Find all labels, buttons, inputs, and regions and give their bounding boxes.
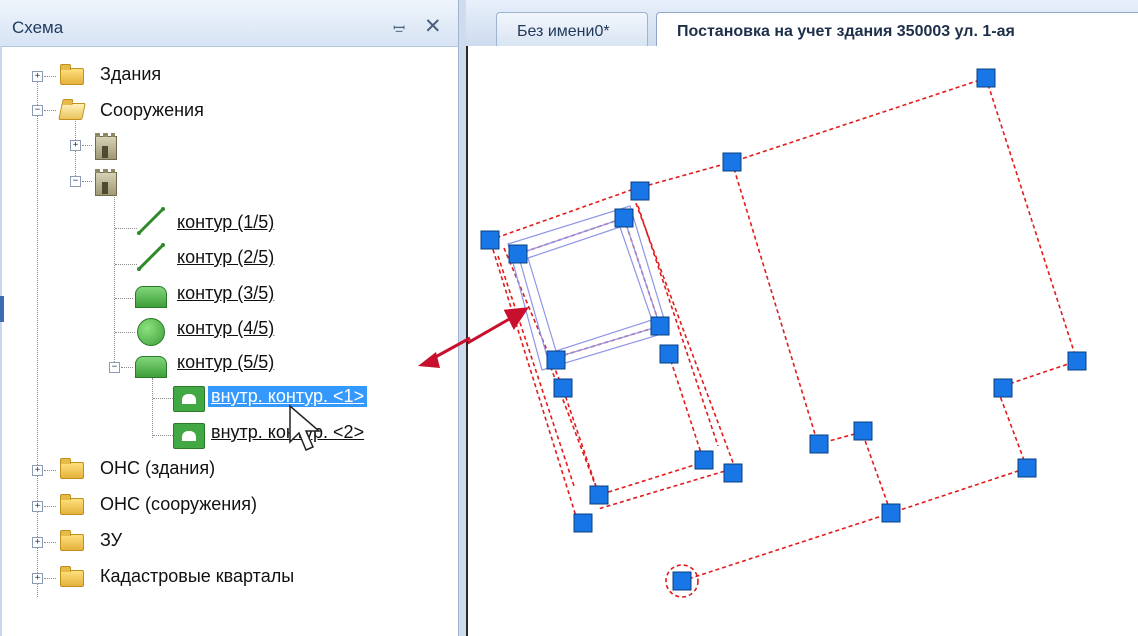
vertex-handle[interactable] bbox=[589, 485, 609, 505]
tree-line bbox=[121, 367, 133, 368]
drawing-canvas[interactable] bbox=[466, 46, 1138, 636]
vertex-handle[interactable] bbox=[553, 378, 573, 398]
expand-icon[interactable]: + bbox=[32, 465, 43, 476]
vertex-handle[interactable] bbox=[694, 450, 714, 470]
line-contour-icon bbox=[137, 207, 165, 235]
collapse-icon[interactable]: − bbox=[32, 105, 43, 116]
tree-line bbox=[44, 578, 56, 579]
tree-line bbox=[115, 332, 135, 333]
collapse-icon[interactable]: − bbox=[70, 176, 81, 187]
vertex-handle[interactable] bbox=[993, 378, 1013, 398]
vertex-handle[interactable] bbox=[976, 68, 996, 88]
folder-icon bbox=[60, 458, 84, 479]
inner-contour-outline[interactable] bbox=[517, 217, 661, 361]
vertex-handle[interactable] bbox=[630, 181, 650, 201]
close-icon[interactable]: ✕ bbox=[424, 14, 442, 39]
contour-line[interactable] bbox=[637, 205, 719, 447]
tree-line bbox=[153, 435, 173, 436]
vertex-handle[interactable] bbox=[672, 571, 692, 591]
tree-line bbox=[44, 110, 56, 111]
folder-open-icon bbox=[58, 103, 86, 120]
vertex-handle[interactable] bbox=[546, 350, 566, 370]
tree-item-label[interactable]: контур (5/5) bbox=[177, 352, 274, 373]
tree-line bbox=[37, 76, 38, 597]
vertex-handle[interactable] bbox=[573, 513, 593, 533]
vertex-handle[interactable] bbox=[809, 434, 829, 454]
tab-label: Постановка на учет здания 350003 ул. 1-а… bbox=[677, 23, 1015, 40]
vertex-handle[interactable] bbox=[650, 316, 670, 336]
line-contour-icon bbox=[137, 243, 165, 271]
vertex-handle[interactable] bbox=[508, 244, 528, 264]
structure-icon bbox=[95, 133, 117, 160]
expand-icon[interactable]: + bbox=[32, 537, 43, 548]
folder-icon bbox=[60, 494, 84, 515]
vertex-handle[interactable] bbox=[1017, 458, 1037, 478]
vertex-handle[interactable] bbox=[614, 208, 634, 228]
tree-line bbox=[44, 76, 56, 77]
tree-item-label[interactable]: контур (3/5) bbox=[177, 283, 274, 304]
tree-item-label: Сооружения bbox=[100, 100, 204, 120]
inner-contour-icon bbox=[173, 423, 205, 449]
vertex-handle[interactable] bbox=[1067, 351, 1087, 371]
tree-item-label: ОНС (здания) bbox=[100, 458, 216, 478]
vertex-handle[interactable] bbox=[480, 230, 500, 250]
expand-icon[interactable]: + bbox=[32, 501, 43, 512]
panel-header: Схема ꟷ̲ ✕ bbox=[0, 0, 458, 47]
tree-item-label: ОНС (сооружения) bbox=[100, 494, 258, 514]
tree-item-label: Здания bbox=[100, 64, 162, 84]
contour-drawing[interactable] bbox=[468, 46, 1138, 636]
folder-icon bbox=[60, 530, 84, 551]
vertex-handle[interactable] bbox=[723, 463, 743, 483]
outer-contour-line[interactable] bbox=[731, 161, 892, 514]
panel-title: Схема bbox=[12, 18, 64, 37]
tree-line bbox=[44, 470, 56, 471]
contour-line[interactable] bbox=[503, 247, 600, 496]
mouse-cursor-icon bbox=[289, 404, 322, 451]
tree-line bbox=[114, 192, 115, 372]
document-tab-bar: Без имени0* Постановка на учет здания 35… bbox=[466, 0, 1138, 47]
tree-item-label[interactable]: контур (2/5) bbox=[177, 247, 274, 268]
link-arrow-tail bbox=[418, 336, 471, 368]
vertex-handle[interactable] bbox=[722, 152, 742, 172]
tab-label: Без имени0* bbox=[517, 23, 610, 40]
tree-item-label: ЗУ bbox=[100, 530, 123, 550]
schema-tree: + Здания − Сооружения + − контур (1/5) к… bbox=[0, 46, 458, 636]
tree-line bbox=[115, 298, 133, 299]
tree-item-label[interactable]: контур (1/5) bbox=[177, 212, 274, 233]
vertex-handle[interactable] bbox=[881, 503, 901, 523]
schema-panel: Схема ꟷ̲ ✕ + Здания − Сооружения + − кон… bbox=[0, 0, 458, 636]
contour-line[interactable] bbox=[497, 255, 575, 487]
folder-icon bbox=[60, 64, 84, 85]
inner-contour-icon bbox=[173, 386, 205, 412]
tree-line bbox=[44, 542, 56, 543]
collapse-icon[interactable]: − bbox=[109, 362, 120, 373]
circle-contour-icon bbox=[137, 318, 165, 346]
vertex-handle[interactable] bbox=[853, 421, 873, 441]
tab-unnamed[interactable]: Без имени0* bbox=[496, 12, 648, 47]
tree-line bbox=[115, 228, 137, 229]
tree-line bbox=[82, 145, 92, 146]
tree-item-label[interactable]: контур (4/5) bbox=[177, 318, 274, 339]
pin-icon[interactable]: ꟷ̲ bbox=[393, 18, 405, 38]
tree-line bbox=[152, 378, 153, 438]
polygon-contour-icon bbox=[135, 286, 167, 308]
structure-icon bbox=[95, 169, 117, 196]
tree-line bbox=[115, 264, 137, 265]
tree-line bbox=[153, 398, 173, 399]
expand-icon[interactable]: + bbox=[32, 71, 43, 82]
vertex-handle[interactable] bbox=[659, 344, 679, 364]
tab-active-document[interactable]: Постановка на учет здания 350003 ул. 1-а… bbox=[656, 12, 1138, 47]
tree-item-label: Кадастровые кварталы bbox=[100, 566, 295, 586]
polygon-contour-icon bbox=[135, 356, 167, 378]
folder-icon bbox=[60, 566, 84, 587]
tree-line bbox=[44, 506, 56, 507]
expand-icon[interactable]: + bbox=[70, 140, 81, 151]
tree-line bbox=[82, 181, 92, 182]
expand-icon[interactable]: + bbox=[32, 573, 43, 584]
